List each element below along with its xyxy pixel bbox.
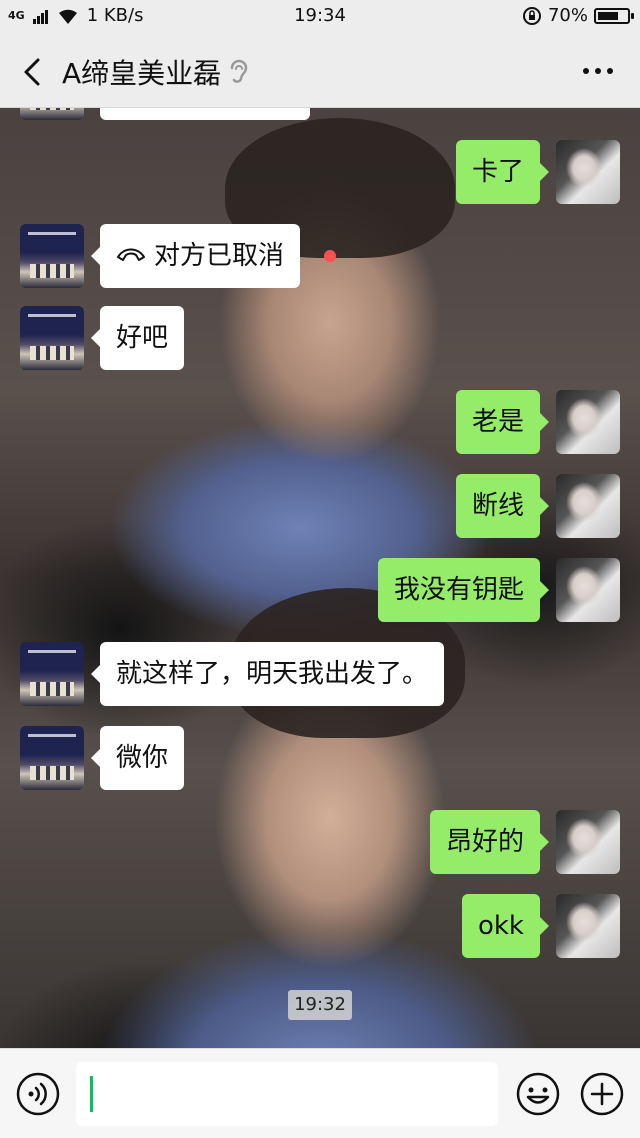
call-status-text: 对方已取消 bbox=[154, 241, 285, 271]
status-right: 70% bbox=[522, 5, 634, 26]
message-bubble-outgoing[interactable]: 我没有钥匙 bbox=[377, 558, 550, 622]
phone-hangup-icon bbox=[117, 248, 145, 261]
status-bar: 4G 1 KB/s 19:34 70% bbox=[0, 0, 640, 34]
my-avatar[interactable] bbox=[556, 558, 620, 622]
message-bubble-outgoing[interactable]: 昂好的 bbox=[429, 810, 550, 874]
battery-percent: 70% bbox=[547, 5, 588, 26]
contact-avatar[interactable] bbox=[20, 224, 84, 288]
my-avatar[interactable] bbox=[556, 140, 620, 204]
chat-title: A缔皇美业磊 bbox=[62, 57, 222, 90]
battery-icon bbox=[594, 7, 634, 24]
message-bubble-outgoing[interactable]: 卡了 bbox=[455, 140, 550, 204]
my-avatar[interactable] bbox=[556, 474, 620, 538]
message-input[interactable] bbox=[76, 1062, 498, 1126]
chat-header: A缔皇美业磊 bbox=[0, 34, 640, 108]
message-bubble-incoming[interactable]: 微你 bbox=[90, 726, 185, 790]
message-bubble-incoming[interactable]: 就这样了，明天我出发了。 bbox=[90, 642, 445, 706]
emoji-button[interactable] bbox=[516, 1072, 560, 1116]
back-button[interactable] bbox=[16, 54, 52, 90]
input-bar bbox=[0, 1048, 640, 1138]
earpiece-mode-icon bbox=[230, 59, 248, 83]
my-avatar[interactable] bbox=[556, 390, 620, 454]
more-functions-button[interactable] bbox=[580, 1072, 624, 1116]
chat-area[interactable]: 卡了 对方已取消 好吧 老是 断线 我没有钥匙 就这样了，明天我出发了。 微你 … bbox=[0, 108, 640, 1048]
message-bubble-outgoing[interactable]: okk bbox=[461, 894, 550, 958]
message-bubble-partial[interactable] bbox=[100, 108, 310, 120]
unread-dot bbox=[324, 250, 336, 262]
message-bubble-outgoing[interactable]: 断线 bbox=[455, 474, 550, 538]
contact-avatar[interactable] bbox=[20, 642, 84, 706]
contact-avatar[interactable] bbox=[20, 306, 84, 370]
text-caret bbox=[90, 1076, 93, 1112]
contact-avatar[interactable] bbox=[20, 726, 84, 790]
more-options-button[interactable] bbox=[580, 56, 616, 86]
message-bubble-call-cancelled[interactable]: 对方已取消 bbox=[90, 224, 301, 288]
rotation-lock-icon bbox=[522, 6, 541, 25]
contact-avatar[interactable] bbox=[20, 108, 84, 120]
my-avatar[interactable] bbox=[556, 810, 620, 874]
my-avatar[interactable] bbox=[556, 894, 620, 958]
message-timestamp: 19:32 bbox=[288, 990, 352, 1020]
message-bubble-outgoing[interactable]: 老是 bbox=[455, 390, 550, 454]
voice-input-button[interactable] bbox=[16, 1072, 60, 1116]
message-bubble-incoming[interactable]: 好吧 bbox=[90, 306, 185, 370]
